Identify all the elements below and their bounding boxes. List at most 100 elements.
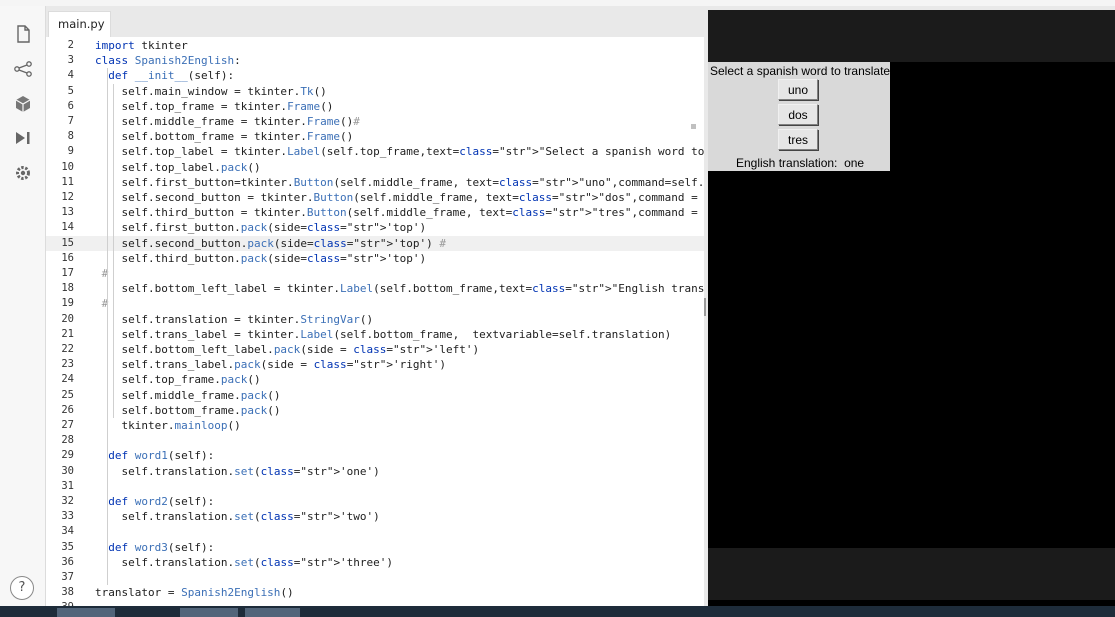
- code-text: import tkinter: [95, 39, 188, 52]
- code-text: self.translation.set(class="str">'three'…: [95, 555, 394, 569]
- code-line[interactable]: 27 tkinter.mainloop(): [46, 418, 704, 433]
- code-line[interactable]: 18 self.bottom_left_label = tkinter.Labe…: [46, 281, 704, 296]
- code-text: self.main_window = tkinter.Tk(): [95, 84, 327, 98]
- line-number: 8: [67, 130, 74, 143]
- taskbar-item[interactable]: [180, 608, 238, 617]
- code-text: def word2(self):: [108, 495, 215, 508]
- translation-row: English translation: one: [736, 156, 864, 170]
- code-text: self.bottom_left_label = tkinter.Label(s…: [95, 282, 704, 296]
- code-text: translator = Spanish2English(): [95, 586, 294, 600]
- code-text: self.second_button = tkinter.Button(self…: [95, 191, 698, 204]
- code-line[interactable]: 3 class Spanish2English:: [46, 53, 704, 68]
- line-number: 10: [61, 160, 74, 173]
- code-text: self.top_label = tkinter.Label(self.top_…: [95, 145, 704, 159]
- line-number: 12: [61, 191, 74, 203]
- line-number: 16: [61, 251, 74, 264]
- line-number: 15: [61, 236, 74, 249]
- share-icon[interactable]: [12, 59, 34, 79]
- code-line[interactable]: 11 self.first_button=tkinter.Button(self…: [46, 175, 704, 190]
- line-number: 7: [67, 115, 74, 127]
- taskbar-item[interactable]: [57, 608, 115, 617]
- code-text: self.translation.set(class="str">'two'): [95, 510, 380, 524]
- code-line[interactable]: 28: [46, 433, 704, 448]
- taskbar-item[interactable]: [245, 608, 300, 617]
- code-line[interactable]: 36 self.translation.set(class="str">'thr…: [46, 555, 704, 570]
- translation-label: English translation:: [736, 156, 838, 170]
- tab-main-py[interactable]: main.py: [48, 11, 111, 38]
- pane-splitter[interactable]: [704, 298, 706, 316]
- code-line[interactable]: 22 self.bottom_left_label.pack(side = cl…: [46, 342, 704, 357]
- line-number: 13: [61, 206, 74, 219]
- code-text: self.middle_frame = tkinter.Frame()#: [95, 115, 360, 128]
- code-line[interactable]: 25 self.middle_frame.pack(): [46, 388, 704, 403]
- code-line[interactable]: 6 self.top_frame = tkinter.Frame(): [46, 99, 704, 114]
- code-line[interactable]: 9 self.top_label = tkinter.Label(self.to…: [46, 144, 704, 159]
- line-number: 14: [61, 221, 74, 234]
- code-line[interactable]: 38 translator = Spanish2English(): [46, 585, 704, 600]
- code-text: self.bottom_frame.pack(): [95, 403, 281, 417]
- line-number: 19: [61, 297, 74, 310]
- code-line[interactable]: 20 self.translation = tkinter.StringVar(…: [46, 312, 704, 327]
- code-line[interactable]: 32 def word2(self):: [46, 494, 704, 509]
- line-number: 21: [61, 327, 74, 340]
- code-line[interactable]: 17 #: [46, 266, 704, 281]
- code-text: def word3(self):: [108, 540, 215, 554]
- code-line[interactable]: 24 self.top_frame.pack(): [46, 372, 704, 387]
- code-line[interactable]: 14 self.first_button.pack(side=class="st…: [46, 220, 704, 235]
- code-line[interactable]: 4 def __init__(self):: [46, 68, 704, 83]
- code-text: self.third_button.pack(side=class="str">…: [95, 251, 427, 265]
- line-number: 4: [67, 69, 74, 82]
- line-number: 17: [61, 267, 74, 279]
- line-number: 28: [61, 434, 74, 447]
- code-line[interactable]: 19 #: [46, 296, 704, 311]
- code-line[interactable]: 15 self.second_button.pack(side=class="s…: [46, 235, 704, 251]
- run-icon[interactable]: [12, 128, 34, 148]
- code-editor[interactable]: 2 import tkinter 3 class Spanish2English: 4 …: [46, 37, 704, 606]
- code-text: self.first_button=tkinter.Button(self.mi…: [95, 175, 704, 189]
- line-number: 9: [67, 145, 74, 158]
- code-line[interactable]: 5 self.main_window = tkinter.Tk(): [46, 84, 704, 99]
- code-line[interactable]: 8 self.bottom_frame = tkinter.Frame(): [46, 129, 704, 144]
- code-line[interactable]: 34: [46, 524, 704, 539]
- code-line[interactable]: 13 self.third_button = tkinter.Button(se…: [46, 205, 704, 220]
- translation-value: one: [844, 156, 865, 170]
- code-line[interactable]: 31: [46, 479, 704, 494]
- line-number: 38: [61, 586, 74, 599]
- code-line[interactable]: 30 self.translation.set(class="str">'one…: [46, 464, 704, 479]
- code-line[interactable]: 29 def word1(self):: [46, 448, 704, 463]
- code-line[interactable]: 7 self.middle_frame = tkinter.Frame()#: [46, 114, 704, 129]
- line-number: 27: [61, 419, 74, 431]
- tk-top-label: Select a spanish word to translate: [710, 64, 891, 78]
- code-line[interactable]: 2 import tkinter: [46, 38, 704, 53]
- line-number: 30: [61, 464, 74, 477]
- line-number: 37: [61, 571, 74, 583]
- dos-button[interactable]: dos: [778, 104, 818, 125]
- package-icon[interactable]: [12, 94, 34, 114]
- code-line[interactable]: 26 self.bottom_frame.pack(): [46, 403, 704, 418]
- code-line[interactable]: 23 self.trans_label.pack(side = class="s…: [46, 357, 704, 372]
- tab-bar: main.py: [46, 6, 704, 38]
- code-text: self.trans_label.pack(side = class="str"…: [95, 358, 447, 372]
- code-line[interactable]: 35 def word3(self):: [46, 540, 704, 555]
- file-icon[interactable]: [12, 24, 34, 44]
- output-pane: Select a spanish word to translate uno d…: [708, 10, 1115, 607]
- code-line[interactable]: 10 self.top_label.pack(): [46, 160, 704, 175]
- line-number: 34: [61, 525, 74, 538]
- code-line[interactable]: 16 self.third_button.pack(side=class="st…: [46, 251, 704, 266]
- line-number: 26: [61, 403, 74, 416]
- code-line[interactable]: 21 self.trans_label = tkinter.Label(self…: [46, 327, 704, 342]
- code-text: def word1(self):: [108, 449, 215, 463]
- code-line[interactable]: 33 self.translation.set(class="str">'two…: [46, 509, 704, 524]
- settings-icon[interactable]: [12, 163, 34, 183]
- line-number: 2: [67, 39, 74, 51]
- line-number: 25: [61, 388, 74, 401]
- line-number: 3: [67, 54, 74, 67]
- editor-scrollbar[interactable]: [691, 124, 696, 129]
- taskbar: [0, 606, 1115, 617]
- tres-button[interactable]: tres: [778, 129, 818, 150]
- code-line[interactable]: 37: [46, 570, 704, 585]
- help-button[interactable]: ?: [10, 576, 34, 600]
- uno-button[interactable]: uno: [778, 79, 818, 100]
- code-text: self.bottom_left_label.pack(side = class…: [95, 343, 480, 356]
- code-line[interactable]: 12 self.second_button = tkinter.Button(s…: [46, 190, 704, 205]
